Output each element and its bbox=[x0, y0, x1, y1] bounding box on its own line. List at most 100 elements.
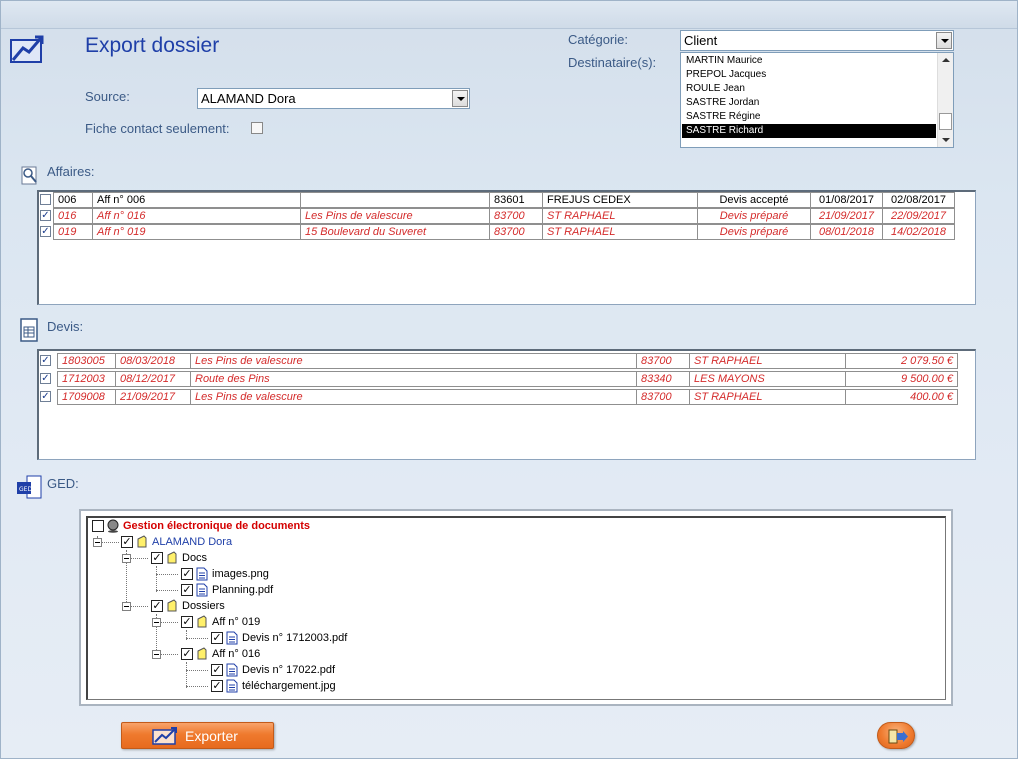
affaire-cell-cp: 83700 bbox=[490, 208, 543, 224]
export-button-label: Exporter bbox=[185, 728, 238, 744]
affaire-row-checkbox[interactable]: ✓ bbox=[40, 226, 51, 237]
dossiers-checkbox[interactable]: ✓ bbox=[151, 600, 163, 613]
scroll-thumb[interactable] bbox=[939, 113, 952, 130]
docs-folder-node[interactable]: ✓ Docs bbox=[151, 550, 207, 566]
exit-button[interactable] bbox=[877, 722, 915, 749]
affaire-cell-code: 016 bbox=[53, 208, 93, 224]
devis-cell-city: ST RAPHAEL bbox=[690, 389, 846, 405]
file-node[interactable]: ✓ Devis n° 1712003.pdf bbox=[211, 630, 347, 646]
destinataire-item-selected[interactable]: SASTRE Richard bbox=[682, 124, 936, 138]
file-node[interactable]: ✓ images.png bbox=[181, 566, 269, 582]
folder-icon bbox=[137, 535, 147, 548]
file-checkbox[interactable]: ✓ bbox=[211, 632, 223, 645]
affaire-cell-address: 15 Boulevard du Suveret bbox=[301, 224, 490, 240]
destinataires-listbox[interactable]: MARTIN Maurice PREPOL Jacques ROULE Jean… bbox=[680, 52, 954, 148]
devis-row-checkbox[interactable]: ✓ bbox=[40, 391, 51, 402]
scroll-down-icon[interactable] bbox=[942, 138, 950, 142]
collapse-aff016-icon[interactable] bbox=[152, 650, 161, 659]
file-label: téléchargement.jpg bbox=[242, 680, 336, 693]
document-icon bbox=[226, 663, 238, 677]
aff019-label: Aff n° 019 bbox=[212, 616, 261, 629]
aff019-checkbox[interactable]: ✓ bbox=[181, 616, 193, 629]
devis-cell-cp: 83340 bbox=[637, 371, 690, 387]
file-checkbox[interactable]: ✓ bbox=[181, 584, 193, 597]
devis-cell-num: 1712003 bbox=[57, 371, 116, 387]
dossiers-folder-node[interactable]: ✓ Dossiers bbox=[151, 598, 225, 614]
ged-icon: GED bbox=[17, 475, 42, 499]
docs-checkbox[interactable]: ✓ bbox=[151, 552, 163, 565]
affaire-row[interactable]: ✓ 019 Aff n° 019 15 Boulevard du Suveret 837… bbox=[39, 224, 969, 240]
categorie-dropdown-arrow-icon[interactable] bbox=[936, 32, 952, 49]
contact-checkbox[interactable]: ✓ bbox=[121, 536, 133, 549]
file-checkbox[interactable]: ✓ bbox=[211, 680, 223, 693]
affaire-cell-address bbox=[301, 192, 490, 208]
file-node[interactable]: ✓ Devis n° 17022.pdf bbox=[211, 662, 335, 678]
affaire-cell-status: Devis préparé bbox=[698, 224, 811, 240]
collapse-dossiers-icon[interactable] bbox=[122, 602, 131, 611]
devis-cell-city: LES MAYONS bbox=[690, 371, 846, 387]
source-combobox[interactable]: ALAMAND Dora bbox=[197, 88, 470, 109]
affaire-cell-code: 019 bbox=[53, 224, 93, 240]
categorie-combobox[interactable]: Client bbox=[680, 30, 954, 51]
destinataires-scrollbar[interactable] bbox=[937, 53, 953, 147]
affaire-cell-date2: 22/09/2017 bbox=[883, 208, 955, 224]
window-title-bar bbox=[1, 1, 1017, 29]
ged-contact-node[interactable]: ✓ ALAMAND Dora bbox=[121, 534, 232, 550]
categorie-label: Catégorie: bbox=[568, 32, 628, 47]
ged-label: GED: bbox=[47, 476, 79, 491]
affaire-row-checkbox[interactable] bbox=[40, 194, 51, 205]
affaire-cell-name: Aff n° 016 bbox=[93, 208, 301, 224]
dossiers-label: Dossiers bbox=[182, 600, 225, 613]
devis-icon bbox=[20, 318, 38, 342]
devis-cell-amount: 400.00 € bbox=[846, 389, 958, 405]
affaire-cell-status: Devis accepté bbox=[698, 192, 811, 208]
globe-icon bbox=[107, 519, 119, 533]
source-dropdown-arrow-icon[interactable] bbox=[452, 90, 468, 107]
devis-row[interactable]: ✓ 1803005 08/03/2018 Les Pins de valescure 8… bbox=[39, 353, 969, 369]
affaire-row[interactable]: ✓ 016 Aff n° 016 Les Pins de valescure 83700… bbox=[39, 208, 969, 224]
destinataires-label: Destinataire(s): bbox=[568, 55, 657, 70]
file-node[interactable]: ✓ téléchargement.jpg bbox=[211, 678, 336, 694]
collapse-contact-icon[interactable] bbox=[93, 538, 102, 547]
devis-row-checkbox[interactable]: ✓ bbox=[40, 373, 51, 384]
destinataire-item[interactable]: SASTRE Jordan bbox=[682, 96, 936, 110]
destinataire-item[interactable]: PREPOL Jacques bbox=[682, 68, 936, 82]
affaire-row-checkbox[interactable]: ✓ bbox=[40, 210, 51, 221]
file-checkbox[interactable]: ✓ bbox=[181, 568, 193, 581]
folder-icon bbox=[167, 599, 177, 612]
affaire-cell-code: 006 bbox=[53, 192, 93, 208]
affaire-cell-date1: 08/01/2018 bbox=[811, 224, 883, 240]
destinataire-item[interactable]: MARTIN Maurice bbox=[682, 54, 936, 68]
devis-cell-date: 08/12/2017 bbox=[116, 371, 191, 387]
file-checkbox[interactable]: ✓ bbox=[211, 664, 223, 677]
affaire-row[interactable]: 006 Aff n° 006 83601 FREJUS CEDEX Devis acce… bbox=[39, 192, 969, 208]
devis-cell-city: ST RAPHAEL bbox=[690, 353, 846, 369]
devis-cell-date: 21/09/2017 bbox=[116, 389, 191, 405]
devis-subform: ✓ 1803005 08/03/2018 Les Pins de valescure 8… bbox=[37, 349, 976, 460]
scroll-up-icon[interactable] bbox=[942, 58, 950, 62]
ged-root-node[interactable]: Gestion électronique de documents bbox=[92, 518, 310, 534]
file-node[interactable]: ✓ Planning.pdf bbox=[181, 582, 273, 598]
page-title: Export dossier bbox=[85, 34, 220, 57]
file-label: images.png bbox=[212, 568, 269, 581]
aff016-checkbox[interactable]: ✓ bbox=[181, 648, 193, 661]
affaire-cell-date2: 14/02/2018 bbox=[883, 224, 955, 240]
affaire-cell-date2: 02/08/2017 bbox=[883, 192, 955, 208]
file-label: Devis n° 1712003.pdf bbox=[242, 632, 348, 645]
devis-row-checkbox[interactable]: ✓ bbox=[40, 355, 51, 366]
collapse-aff019-icon[interactable] bbox=[152, 618, 161, 627]
aff016-folder-node[interactable]: ✓ Aff n° 016 bbox=[181, 646, 260, 662]
export-button[interactable]: Exporter bbox=[121, 722, 274, 749]
destinataire-item[interactable]: ROULE Jean bbox=[682, 82, 936, 96]
exit-door-icon bbox=[888, 729, 908, 744]
devis-row[interactable]: ✓ 1712003 08/12/2017 Route des Pins 83340 LES… bbox=[39, 371, 969, 387]
devis-row[interactable]: ✓ 1709008 21/09/2017 Les Pins de valescure 8… bbox=[39, 389, 969, 405]
ged-root-checkbox[interactable] bbox=[92, 520, 104, 533]
destinataire-item[interactable]: SASTRE Régine bbox=[682, 110, 936, 124]
file-label: Devis n° 17022.pdf bbox=[242, 664, 336, 677]
ged-tree-panel: Gestion électronique de documents ✓ ALAMA… bbox=[79, 509, 953, 706]
devis-cell-address: Les Pins de valescure bbox=[191, 389, 637, 405]
fiche-contact-checkbox[interactable] bbox=[251, 122, 263, 134]
aff019-folder-node[interactable]: ✓ Aff n° 019 bbox=[181, 614, 260, 630]
collapse-docs-icon[interactable] bbox=[122, 554, 131, 563]
